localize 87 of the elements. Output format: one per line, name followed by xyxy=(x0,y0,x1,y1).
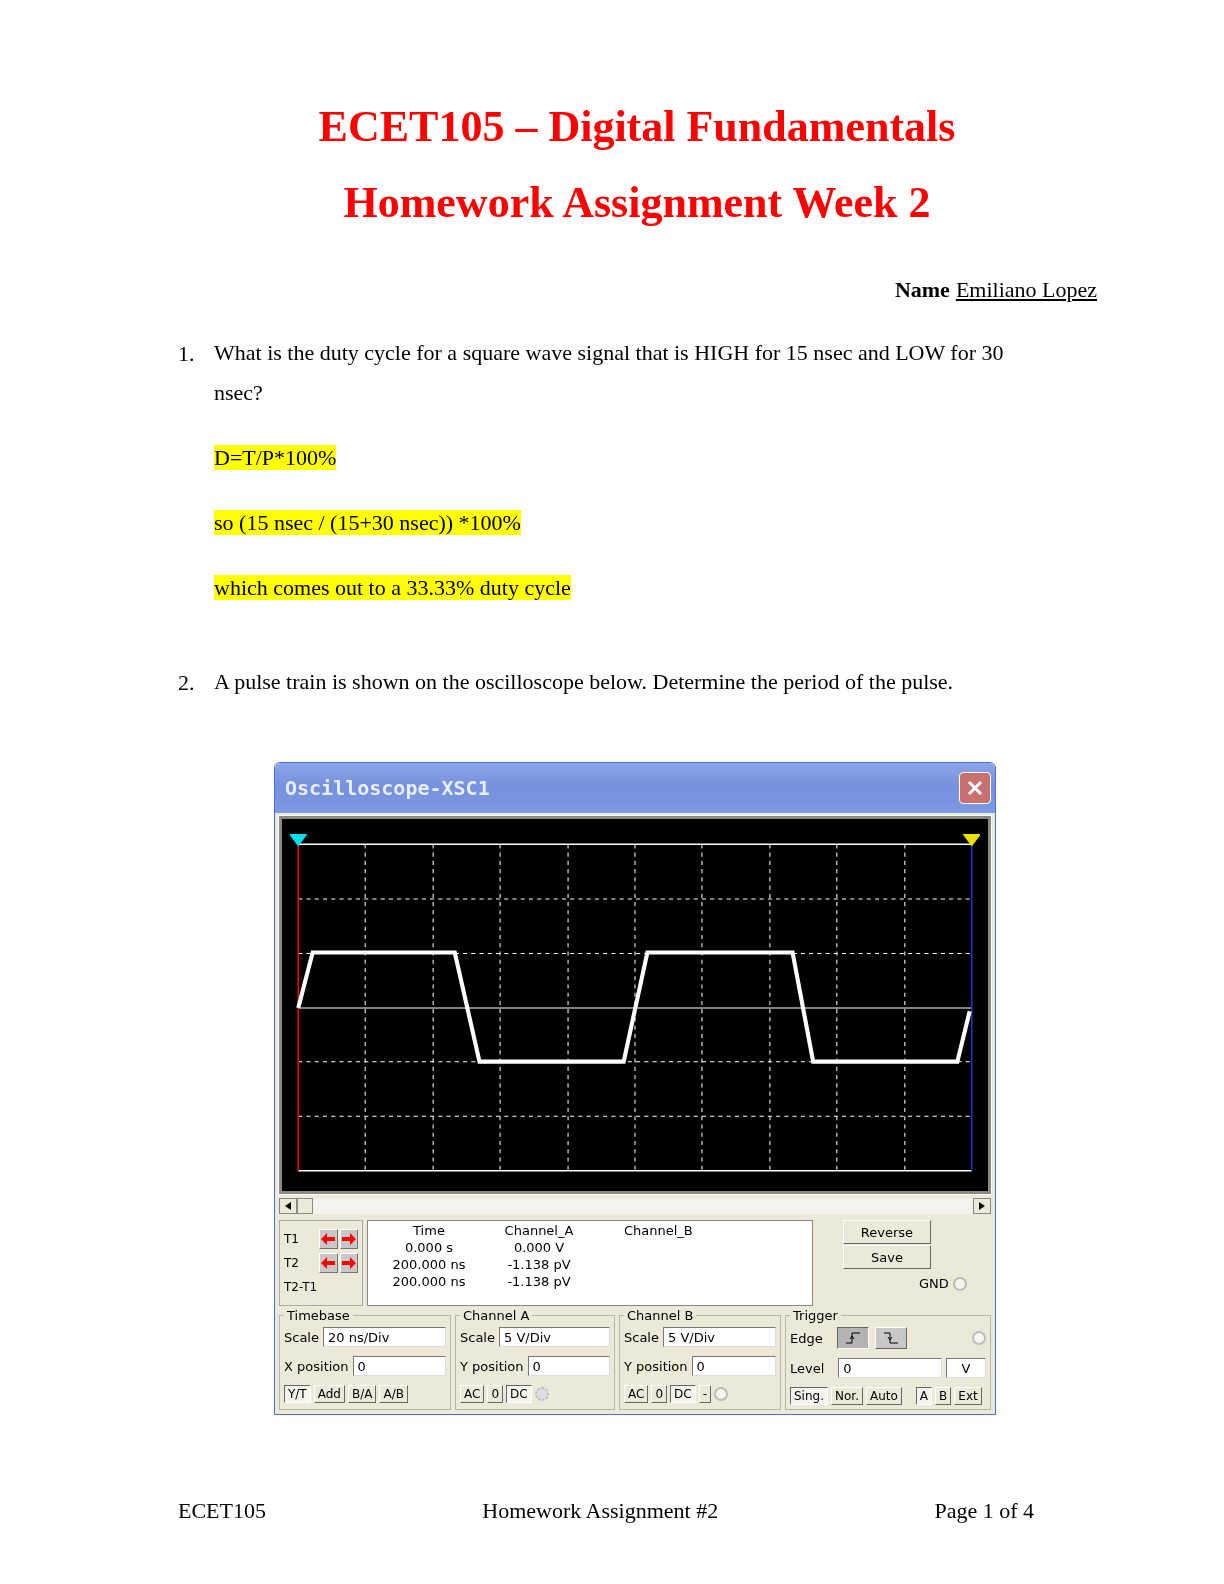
horizontal-scrollbar[interactable] xyxy=(279,1198,991,1214)
mode-button[interactable]: Sing. xyxy=(790,1387,828,1405)
highlighted-answer: D=T/P*100% xyxy=(214,445,337,470)
close-button[interactable] xyxy=(959,772,991,804)
field-label: Edge xyxy=(790,1330,823,1346)
source-button[interactable]: B xyxy=(935,1387,952,1405)
level-field[interactable]: 0 xyxy=(838,1358,942,1378)
mode-button[interactable]: Auto xyxy=(865,1387,902,1405)
mode-button[interactable]: - xyxy=(698,1385,711,1403)
highlighted-answer: which comes out to a 33.33% duty cycle xyxy=(214,575,571,600)
scale-field[interactable]: 5 V/Div xyxy=(663,1327,776,1347)
field-label: Y position xyxy=(624,1358,688,1374)
channel-reading: -1.138 pV xyxy=(506,1274,572,1289)
cursor-label: T1 xyxy=(284,1232,300,1246)
column-header: Time xyxy=(412,1223,446,1238)
scale-field[interactable]: 20 ns/Div xyxy=(323,1327,446,1347)
question-number: 2. xyxy=(178,670,196,697)
mode-button[interactable]: AC xyxy=(624,1385,649,1403)
scale-field[interactable]: 5 V/Div xyxy=(499,1327,610,1347)
position-field[interactable]: 0 xyxy=(352,1356,446,1376)
gnd-label: GND xyxy=(919,1276,949,1291)
radio-button[interactable] xyxy=(714,1387,728,1401)
field-label: Scale xyxy=(460,1329,495,1345)
question-text: What is the duty cycle for a square wave signal that is HIGH for 15 nsec and LOW for 30 nsec? xyxy=(214,339,1005,407)
mode-button[interactable]: DC xyxy=(670,1385,696,1403)
document-subtitle: Homework Assignment Week 2 xyxy=(342,181,932,225)
mode-button[interactable]: A/B xyxy=(379,1385,408,1403)
cursor-right-button[interactable] xyxy=(339,1229,358,1249)
arrow-left-icon xyxy=(321,1257,336,1269)
position-field[interactable]: 0 xyxy=(527,1356,610,1376)
question-number: 1. xyxy=(178,341,196,368)
field-label: Y position xyxy=(460,1358,524,1374)
arrow-right-icon xyxy=(341,1233,356,1245)
cursor-label: T2 xyxy=(284,1256,300,1270)
arrow-left-icon xyxy=(321,1233,336,1245)
close-icon xyxy=(966,779,984,797)
document-title: ECET105 – Digital Fundamentals xyxy=(317,105,957,149)
mode-button[interactable]: Add xyxy=(313,1385,345,1403)
unit-field[interactable]: V xyxy=(946,1358,986,1378)
mode-button[interactable]: 0 xyxy=(651,1385,668,1403)
radio-button[interactable] xyxy=(972,1331,986,1345)
group-title: Timebase xyxy=(286,1308,351,1323)
mode-button[interactable]: AC xyxy=(460,1385,485,1403)
mode-button[interactable]: B/A xyxy=(347,1385,377,1403)
side-button[interactable]: Save xyxy=(843,1245,931,1269)
channel-reading: -1.138 pV xyxy=(506,1257,572,1272)
time-reading: 200.000 ns xyxy=(391,1257,467,1272)
student-name: Emiliano Lopez xyxy=(955,277,1097,303)
field-label: Level xyxy=(790,1360,825,1376)
group-title: Channel B xyxy=(626,1308,695,1323)
footer-text: Homework Assignment #2 xyxy=(482,1498,719,1524)
cursor-left-button[interactable] xyxy=(319,1229,338,1249)
radio-button[interactable] xyxy=(952,1276,967,1291)
rising-edge-icon xyxy=(845,1332,860,1344)
scroll-thumb[interactable] xyxy=(297,1198,313,1214)
field-label: Scale xyxy=(624,1329,659,1345)
question-text: A pulse train is shown on the oscilloscope below. Determine the period of the pulse. xyxy=(214,668,954,696)
side-button[interactable]: Reverse xyxy=(843,1220,931,1244)
position-field[interactable]: 0 xyxy=(691,1356,776,1376)
falling-edge-icon xyxy=(883,1332,898,1344)
window-title: Oscilloscope-XSC1 xyxy=(285,776,490,800)
channel-reading: 0.000 V xyxy=(512,1240,566,1255)
source-button[interactable]: A xyxy=(915,1387,933,1405)
mode-button[interactable]: Nor. xyxy=(831,1387,863,1405)
arrow-right-icon xyxy=(341,1257,356,1269)
footer-text: ECET105 xyxy=(178,1498,266,1524)
source-button[interactable]: Ext xyxy=(954,1387,982,1405)
highlighted-answer: so (15 nsec / (15+30 nsec)) *100% xyxy=(214,510,521,535)
column-header: Channel_B xyxy=(623,1223,694,1238)
time-reading: 0.000 s xyxy=(403,1240,455,1255)
scroll-right-icon xyxy=(979,1202,985,1210)
mode-button[interactable]: DC xyxy=(506,1385,532,1403)
column-header: Channel_A xyxy=(503,1223,575,1238)
mode-button[interactable]: 0 xyxy=(487,1385,504,1403)
scroll-left-icon xyxy=(285,1202,291,1210)
mode-button[interactable]: Y/T xyxy=(284,1385,311,1403)
name-label: Name xyxy=(894,277,950,303)
cursor-left-button[interactable] xyxy=(319,1253,338,1273)
group-title: Channel A xyxy=(462,1308,531,1323)
cursor-label: T2-T1 xyxy=(284,1280,319,1294)
field-label: X position xyxy=(284,1358,349,1374)
group-title: Trigger xyxy=(792,1308,839,1323)
footer-text: Page 1 of 4 xyxy=(934,1498,1034,1524)
edge-button[interactable] xyxy=(836,1327,869,1349)
field-label: Scale xyxy=(284,1329,319,1345)
time-reading: 200.000 ns xyxy=(391,1274,467,1289)
cursor-right-button[interactable] xyxy=(339,1253,358,1273)
